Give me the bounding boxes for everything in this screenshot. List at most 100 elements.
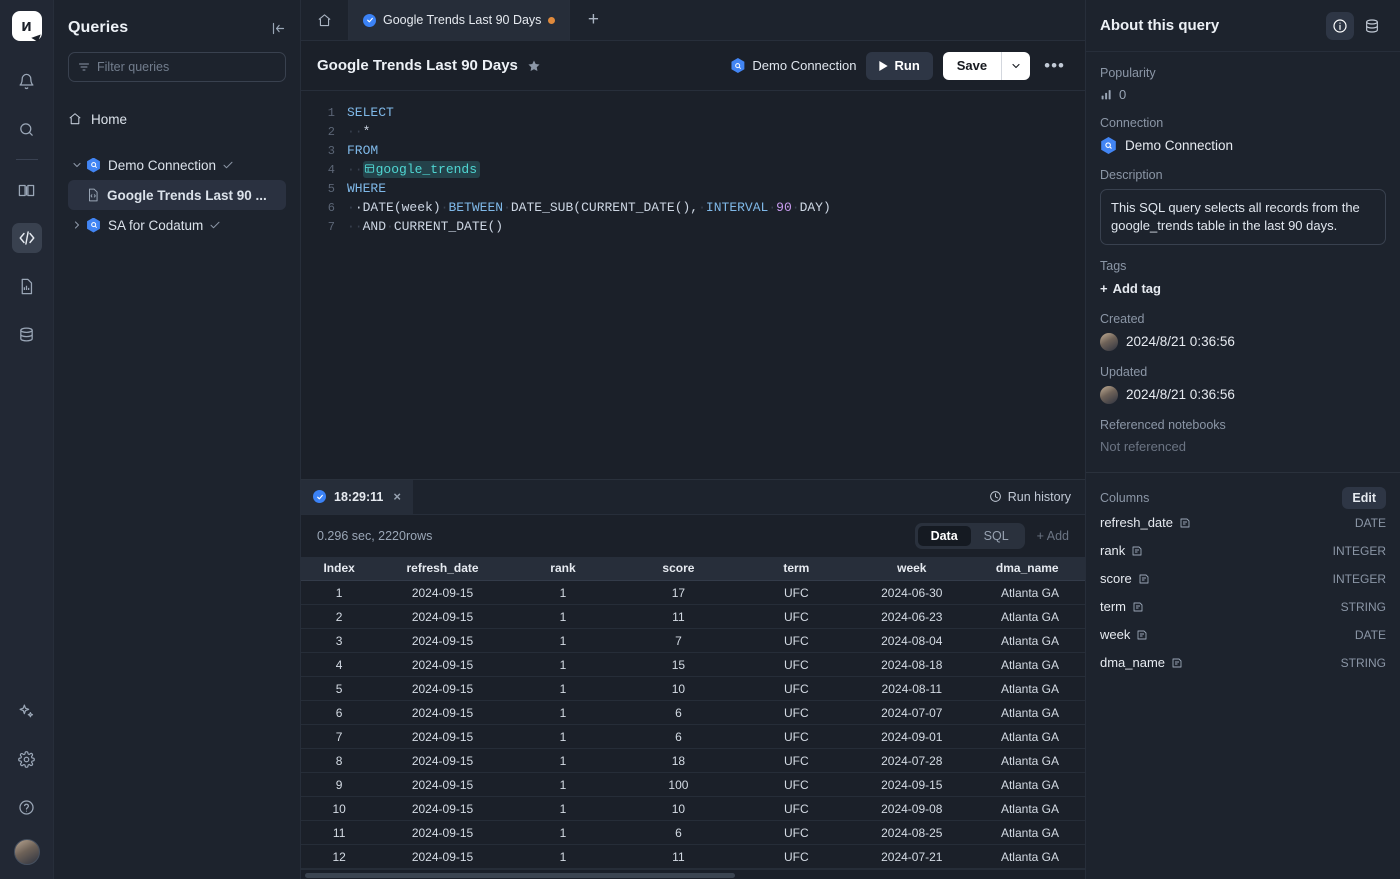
table-cell[interactable]: UFC [739,629,854,653]
table-cell[interactable]: UFC [739,821,854,845]
table-cell[interactable]: 9 [301,773,377,797]
results-column-header[interactable]: rank [508,557,618,581]
search-icon[interactable] [12,114,42,144]
table-cell[interactable]: Atlanta GA [970,845,1085,869]
description-value[interactable]: This SQL query selects all records from … [1100,189,1386,245]
tab-google-trends[interactable]: Google Trends Last 90 Days [349,0,570,40]
report-icon[interactable] [12,271,42,301]
table-cell[interactable]: 11 [301,821,377,845]
table-cell[interactable]: 1 [301,581,377,605]
column-list-item[interactable]: termSTRING [1100,593,1386,621]
result-tab-run[interactable]: 18:29:11 × [301,480,413,514]
column-list-item[interactable]: scoreINTEGER [1100,565,1386,593]
table-row[interactable]: 102024-09-15110UFC2024-09-08Atlanta GA [301,797,1085,821]
table-cell[interactable]: 4 [301,653,377,677]
code-icon[interactable] [12,223,42,253]
chevron-down-icon[interactable] [68,159,86,171]
edit-columns-button[interactable]: Edit [1342,487,1386,509]
table-cell[interactable]: 2024-09-15 [377,629,507,653]
table-row[interactable]: 42024-09-15115UFC2024-08-18Atlanta GA [301,653,1085,677]
table-cell[interactable]: 8 [301,749,377,773]
filter-queries-input[interactable]: Filter queries [68,52,286,82]
tab-home[interactable] [301,0,349,40]
table-cell[interactable]: 2024-09-15 [377,821,507,845]
table-cell[interactable]: 1 [508,821,618,845]
table-cell[interactable]: 1 [508,629,618,653]
tab-sql[interactable]: SQL [971,526,1022,546]
results-column-header[interactable]: refresh_date [377,557,507,581]
table-cell[interactable]: UFC [739,701,854,725]
table-cell[interactable]: Atlanta GA [970,725,1085,749]
table-cell[interactable]: Atlanta GA [970,749,1085,773]
table-cell[interactable]: 12 [301,845,377,869]
scrollbar-thumb[interactable] [305,873,735,878]
schema-database-icon[interactable] [1358,12,1386,40]
column-list-item[interactable]: dma_nameSTRING [1100,649,1386,677]
notebook-icon[interactable] [12,175,42,205]
table-cell[interactable]: Atlanta GA [970,581,1085,605]
table-cell[interactable]: 1 [508,653,618,677]
table-cell[interactable]: 1 [508,701,618,725]
table-cell[interactable]: 2024-07-21 [854,845,969,869]
table-cell[interactable]: Atlanta GA [970,677,1085,701]
info-icon[interactable] [1326,12,1354,40]
save-button[interactable]: Save [943,52,1001,80]
table-cell[interactable]: 6 [618,821,738,845]
close-icon[interactable]: × [393,489,401,504]
table-cell[interactable]: Atlanta GA [970,821,1085,845]
save-dropdown-button[interactable] [1001,52,1030,80]
favorite-star-icon[interactable] [527,59,541,73]
table-cell[interactable]: UFC [739,845,854,869]
table-cell[interactable]: 1 [508,605,618,629]
results-column-header[interactable]: term [739,557,854,581]
results-column-header[interactable]: score [618,557,738,581]
table-cell[interactable]: UFC [739,725,854,749]
table-cell[interactable]: 10 [618,797,738,821]
table-cell[interactable]: Atlanta GA [970,773,1085,797]
table-cell[interactable]: 6 [301,701,377,725]
column-note-icon[interactable] [1136,629,1148,641]
more-options-button[interactable]: ••• [1040,56,1069,76]
column-note-icon[interactable] [1179,517,1191,529]
add-tag-button[interactable]: + Add tag [1100,281,1161,296]
table-cell[interactable]: 100 [618,773,738,797]
table-cell[interactable]: 1 [508,677,618,701]
column-note-icon[interactable] [1132,601,1144,613]
sidebar-item-home[interactable]: Home [68,104,286,134]
table-cell[interactable]: 2024-09-01 [854,725,969,749]
app-logo[interactable]: и [12,11,42,41]
table-cell[interactable]: UFC [739,581,854,605]
column-list-item[interactable]: refresh_dateDATE [1100,509,1386,537]
results-column-header[interactable]: Index [301,557,377,581]
new-tab-button[interactable]: + [570,0,616,40]
sql-editor[interactable]: 1SELECT2··*3FROM4··google_trends5WHERE6·… [301,91,1085,479]
chevron-right-icon[interactable] [68,219,86,231]
table-row[interactable]: 32024-09-1517UFC2024-08-04Atlanta GA [301,629,1085,653]
table-row[interactable]: 22024-09-15111UFC2024-06-23Atlanta GA [301,605,1085,629]
avatar[interactable] [14,839,40,865]
table-cell[interactable]: 2024-09-15 [377,701,507,725]
notifications-icon[interactable] [12,66,42,96]
table-cell[interactable]: 1 [508,581,618,605]
table-cell[interactable]: 7 [618,629,738,653]
table-cell[interactable]: 2024-09-15 [377,725,507,749]
table-cell[interactable]: 6 [618,725,738,749]
table-cell[interactable]: 17 [618,581,738,605]
table-cell[interactable]: 1 [508,845,618,869]
table-row[interactable]: 82024-09-15118UFC2024-07-28Atlanta GA [301,749,1085,773]
table-cell[interactable]: 2024-08-04 [854,629,969,653]
table-cell[interactable]: 2024-08-18 [854,653,969,677]
table-cell[interactable]: 11 [618,845,738,869]
table-cell[interactable]: 6 [618,701,738,725]
table-cell[interactable]: UFC [739,653,854,677]
collapse-sidebar-icon[interactable] [271,21,286,36]
table-cell[interactable]: UFC [739,797,854,821]
table-cell[interactable]: Atlanta GA [970,629,1085,653]
column-note-icon[interactable] [1138,573,1150,585]
table-cell[interactable]: 18 [618,749,738,773]
table-cell[interactable]: 1 [508,749,618,773]
add-view-button[interactable]: + Add [1037,529,1069,543]
column-note-icon[interactable] [1171,657,1183,669]
table-cell[interactable]: 2024-09-15 [377,677,507,701]
table-cell[interactable]: 7 [301,725,377,749]
